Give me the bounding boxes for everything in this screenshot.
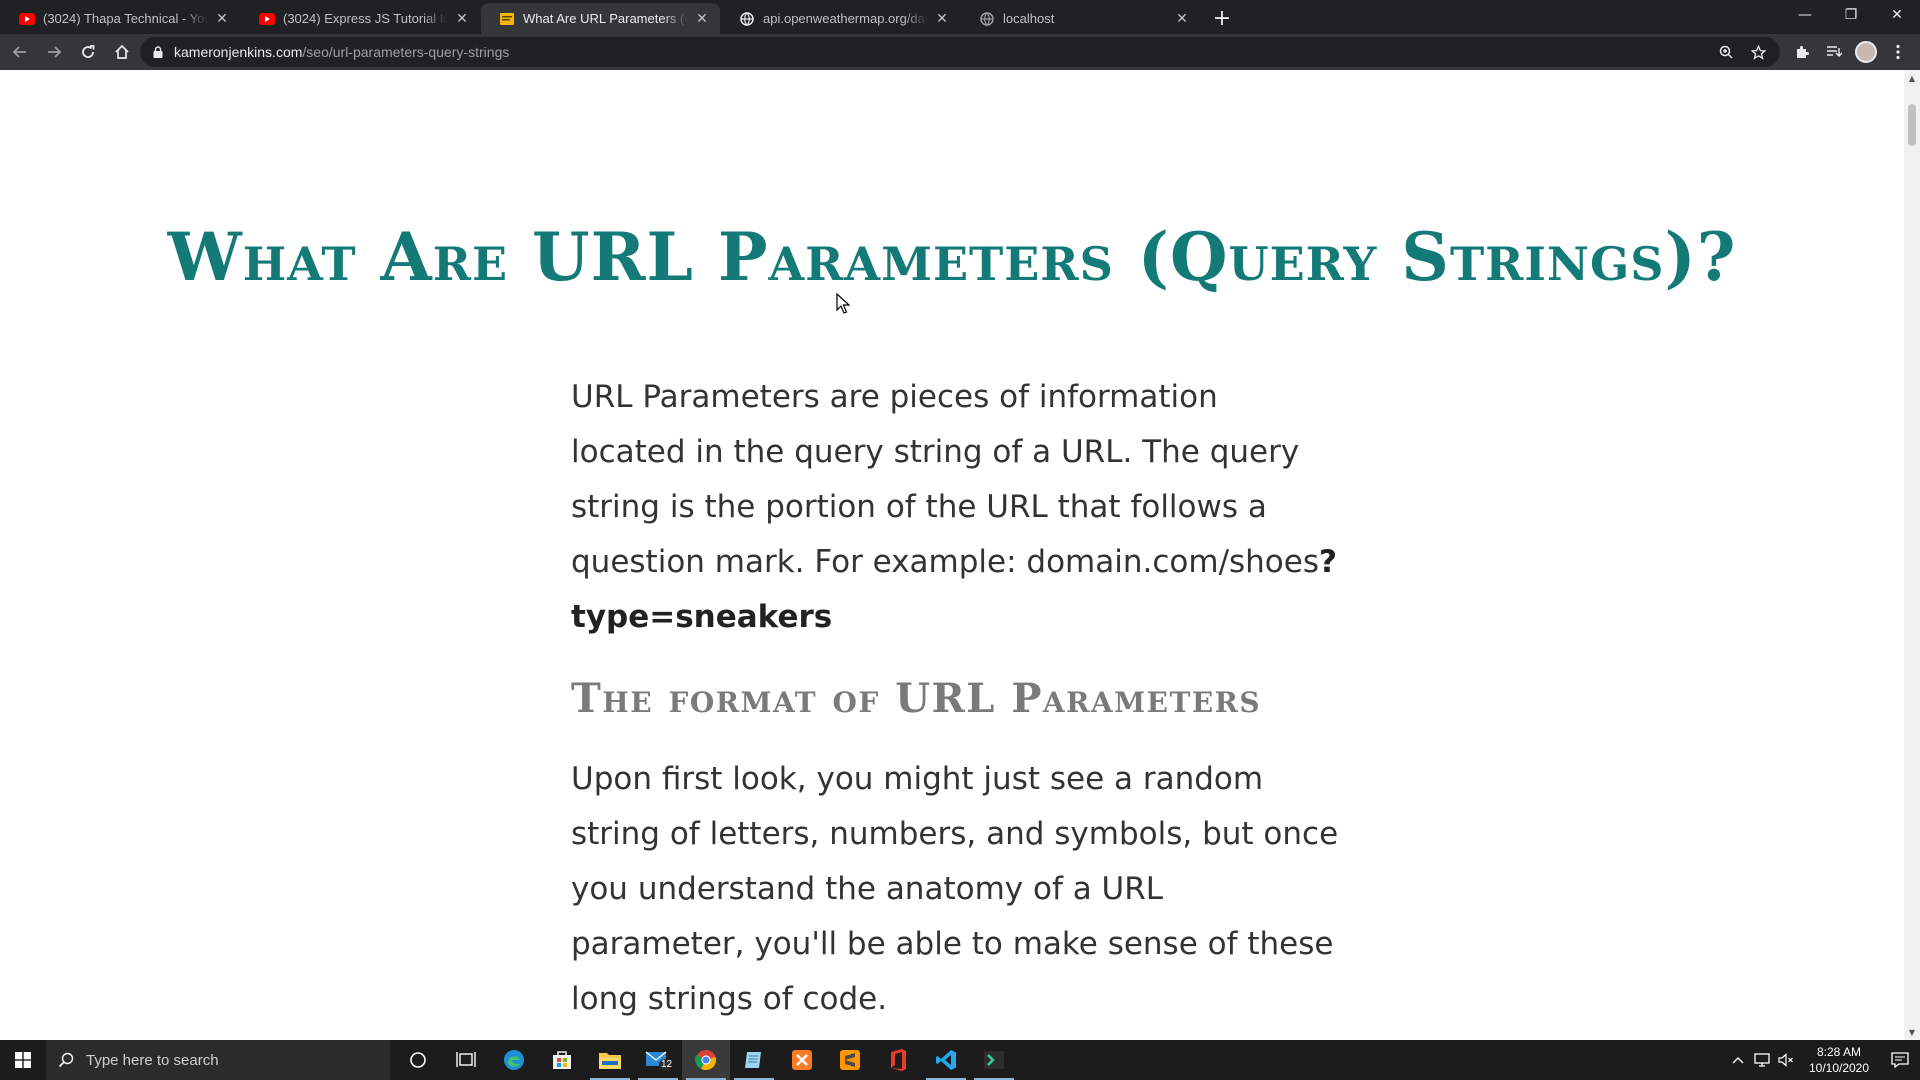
clock-date: 10/10/2020: [1808, 1061, 1870, 1075]
tab-title: (3024) Thapa Technical - YouTube: [43, 11, 208, 26]
url-path: /seo/url-parameters-query-strings: [302, 44, 510, 60]
youtube-icon: [259, 11, 275, 27]
terminal-icon[interactable]: [970, 1040, 1018, 1080]
minimize-icon[interactable]: —: [1782, 0, 1828, 30]
page-viewport: What Are URL Parameters (Query Strings)?…: [0, 70, 1904, 1040]
tab-title: api.openweathermap.org/data/2.5: [763, 11, 928, 26]
tab-openweathermap[interactable]: api.openweathermap.org/data/2.5 ✕: [721, 3, 960, 34]
intro-text: URL Parameters are pieces of information…: [571, 379, 1319, 580]
close-icon[interactable]: ✕: [934, 10, 950, 27]
site-icon: [499, 11, 515, 27]
search-icon: [58, 1052, 74, 1068]
bookmark-star-icon[interactable]: [1742, 44, 1774, 60]
chrome-icon[interactable]: [682, 1040, 730, 1080]
lock-icon[interactable]: [150, 46, 166, 58]
home-icon[interactable]: [106, 36, 138, 68]
tab-express-tutorial[interactable]: (3024) Express JS Tutorial In Hindi ✕: [241, 3, 480, 34]
tab-youtube-thapa[interactable]: (3024) Thapa Technical - YouTube ✕: [1, 3, 240, 34]
restore-icon[interactable]: ❐: [1828, 0, 1874, 30]
file-explorer-icon[interactable]: [586, 1040, 634, 1080]
address-bar[interactable]: kameronjenkins.com/seo/url-parameters-qu…: [140, 37, 1780, 67]
tab-title: localhost: [1003, 11, 1055, 26]
youtube-icon: [19, 11, 35, 27]
article-body: URL Parameters are pieces of information…: [571, 370, 1341, 1027]
profile-avatar[interactable]: [1850, 36, 1882, 68]
page-scrollbar[interactable]: ▲ ▼: [1904, 70, 1920, 1040]
chevron-up-icon[interactable]: [1726, 1056, 1750, 1064]
extensions-puzzle-icon[interactable]: [1786, 36, 1818, 68]
notepad-icon[interactable]: [730, 1040, 778, 1080]
tab-title: (3024) Express JS Tutorial In Hindi: [283, 11, 448, 26]
browser-toolbar: kameronjenkins.com/seo/url-parameters-qu…: [0, 34, 1920, 70]
network-icon[interactable]: [1750, 1053, 1774, 1067]
edge-icon[interactable]: [490, 1040, 538, 1080]
clock-time: 8:28 AM: [1816, 1045, 1862, 1059]
sublime-text-icon[interactable]: [826, 1040, 874, 1080]
scroll-down-arrow-icon[interactable]: ▼: [1904, 1024, 1920, 1040]
new-tab-button[interactable]: +: [1208, 4, 1236, 32]
close-icon[interactable]: ✕: [1174, 10, 1190, 27]
notifications-icon[interactable]: [1880, 1052, 1920, 1068]
scroll-up-arrow-icon[interactable]: ▲: [1904, 70, 1920, 86]
windows-start-icon[interactable]: [0, 1040, 46, 1080]
tab-title: What Are URL Parameters (Query Strings)?: [523, 11, 688, 26]
tab-localhost[interactable]: localhost ✕: [961, 3, 1200, 34]
mail-badge: 12: [661, 1059, 673, 1070]
system-tray: 8:28 AM 10/10/2020: [1726, 1040, 1920, 1080]
mouse-cursor-icon: [836, 292, 851, 319]
zoom-icon[interactable]: [1710, 45, 1742, 59]
taskbar-search-input[interactable]: Type here to search: [46, 1040, 390, 1080]
mail-icon[interactable]: 12: [634, 1040, 682, 1080]
reading-list-icon[interactable]: [1818, 36, 1850, 68]
globe-icon: [979, 11, 995, 27]
body-paragraph: Upon first look, you might just see a ra…: [571, 761, 1339, 1017]
close-icon[interactable]: ✕: [214, 10, 230, 27]
close-icon[interactable]: ✕: [454, 10, 470, 27]
volume-muted-icon[interactable]: [1774, 1053, 1798, 1067]
task-view-icon[interactable]: [442, 1040, 490, 1080]
page-title: What Are URL Parameters (Query Strings)?: [167, 218, 1737, 296]
close-window-icon[interactable]: ✕: [1874, 0, 1920, 30]
window-controls: — ❐ ✕: [1782, 0, 1920, 30]
reload-icon[interactable]: [72, 36, 104, 68]
xampp-icon[interactable]: [778, 1040, 826, 1080]
taskbar-clock[interactable]: 8:28 AM 10/10/2020: [1804, 1044, 1874, 1076]
close-icon[interactable]: ✕: [694, 10, 710, 27]
section-heading: The format of URL Parameters: [571, 675, 1262, 722]
forward-icon[interactable]: [38, 36, 70, 68]
scroll-thumb[interactable]: [1908, 104, 1916, 146]
store-icon[interactable]: [538, 1040, 586, 1080]
globe-icon: [739, 11, 755, 27]
tab-strip: (3024) Thapa Technical - YouTube ✕ (3024…: [0, 0, 1920, 34]
kebab-menu-icon[interactable]: [1882, 36, 1914, 68]
windows-taskbar: Type here to search 12 8:28 AM 10/10/202…: [0, 1040, 1920, 1080]
search-placeholder: Type here to search: [86, 1051, 219, 1069]
url-host: kameronjenkins.com: [174, 44, 303, 60]
vscode-icon[interactable]: [922, 1040, 970, 1080]
back-icon[interactable]: [4, 36, 36, 68]
intro-paragraph: URL Parameters are pieces of information…: [571, 370, 1341, 645]
tab-url-parameters[interactable]: What Are URL Parameters (Query Strings)?…: [481, 3, 720, 34]
office-icon[interactable]: [874, 1040, 922, 1080]
cortana-icon[interactable]: [394, 1040, 442, 1080]
